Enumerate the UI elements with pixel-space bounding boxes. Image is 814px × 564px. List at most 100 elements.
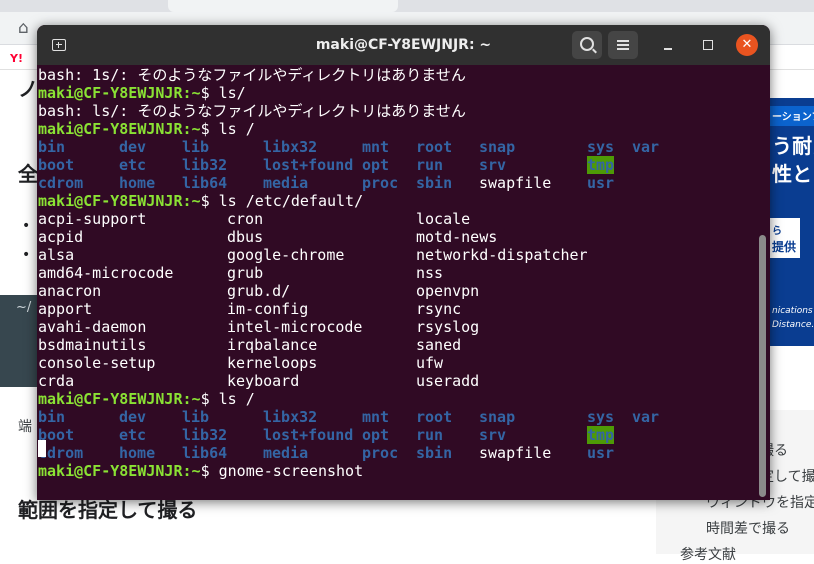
directory-entry: etc (119, 156, 147, 174)
directory-entry: sbin (416, 174, 453, 192)
ad-badge-text: 提供 (772, 240, 797, 254)
ls-output-line: cdrom home lib64 media proc sbin swapfile usr (38, 444, 756, 462)
directory-entry: usr (587, 174, 615, 192)
directory-entry: sys (587, 408, 615, 426)
directory-entry: lib (182, 408, 210, 426)
command-text: ls / (218, 120, 255, 138)
directory-entry: root (416, 408, 453, 426)
file-entry: nss (416, 264, 444, 282)
directory-entry: run (416, 426, 444, 444)
file-entry: console-setup (38, 354, 156, 372)
file-entry: alsa (38, 246, 75, 264)
maximize-icon (703, 40, 713, 50)
file-entry: irqbalance (227, 336, 318, 354)
file-entry: swapfile (479, 444, 552, 462)
ls-output-line: bin dev lib libx32 mnt root snap sys var (38, 138, 756, 156)
directory-entry: proc (362, 174, 399, 192)
directory-entry: cdrom (38, 174, 84, 192)
directory-entry: home (119, 444, 156, 462)
page-heading-1: ノ (18, 77, 38, 101)
directory-entry: usr (587, 444, 615, 462)
directory-entry: media (263, 174, 309, 192)
file-entry: acpi-support (38, 210, 147, 228)
prompt-symbol: $ (200, 462, 219, 480)
menu-button[interactable] (608, 31, 638, 59)
terminal-window[interactable]: maki@CF-Y8EWJNJR: ~ ✕ bash: 1s/: そのようなファ… (37, 25, 770, 500)
file-entry: cron (227, 210, 264, 228)
new-tab-button[interactable] (47, 33, 71, 57)
directory-entry: lib (182, 138, 210, 156)
ad-badge-text: ら (772, 226, 782, 237)
directory-entry: sys (587, 138, 615, 156)
directory-entry: bin (38, 408, 66, 426)
search-button[interactable] (572, 31, 602, 59)
directory-entry: srv (479, 156, 507, 174)
file-entry: rsyslog (416, 318, 480, 336)
toc-item[interactable]: 参考文献 (680, 544, 736, 564)
ls-output-line: boot etc lib32 lost+found opt run srv tmp (38, 426, 756, 444)
file-entry: useradd (416, 372, 480, 390)
file-entry: dbus (227, 228, 264, 246)
directory-entry: mnt (362, 138, 390, 156)
directory-entry: lib32 (182, 156, 228, 174)
file-entry: ufw (416, 354, 444, 372)
file-entry: anacron (38, 282, 102, 300)
directory-entry: libx32 (263, 408, 318, 426)
file-entry: rsync (416, 300, 462, 318)
terminal-titlebar[interactable]: maki@CF-Y8EWJNJR: ~ ✕ (37, 25, 770, 65)
file-entry: saned (416, 336, 462, 354)
prompt-line: maki@CF-Y8EWJNJR:~$ ls / (38, 390, 756, 408)
prompt-symbol: $ (200, 192, 219, 210)
prompt-symbol: $ (200, 84, 219, 102)
file-entry: keyboard (227, 372, 300, 390)
ls-output-line: bsdmainutils irqbalance saned (38, 336, 756, 354)
directory-entry: var (632, 138, 660, 156)
shell-prompt: maki@CF-Y8EWJNJR:~ (38, 192, 201, 210)
command-text: gnome-screenshot (218, 462, 364, 480)
command-text: ls /etc/default/ (218, 192, 364, 210)
directory-entry: lib32 (182, 426, 228, 444)
browser-tab-strip (0, 0, 814, 12)
ad-text: nications (772, 306, 813, 316)
output-text: bash: 1s/: そのようなファイルやディレクトリはありません (38, 66, 466, 84)
output-line: bash: ls/: そのようなファイルやディレクトリはありません (38, 102, 756, 120)
shell-prompt: maki@CF-Y8EWJNJR:~ (38, 120, 201, 138)
new-tab-icon (52, 39, 66, 51)
ls-output-line: cdrom home lib64 media proc sbin swapfile usr (38, 174, 756, 192)
code-block-text: ~/ (16, 300, 32, 315)
terminal-output[interactable]: bash: 1s/: そのようなファイルやディレクトリはありません maki@CF… (38, 66, 756, 500)
file-entry: bsdmainutils (38, 336, 147, 354)
scrollbar[interactable] (759, 235, 766, 497)
advertisement-banner[interactable]: ーションフ う耐え 性と ら 提供 nications Distance. (770, 98, 814, 346)
maximize-button[interactable] (697, 34, 719, 56)
directory-entry: home (119, 174, 156, 192)
directory-entry: proc (362, 444, 399, 462)
output-line: bash: 1s/: そのようなファイルやディレクトリはありません (38, 66, 756, 84)
prompt-symbol: $ (200, 390, 219, 408)
minimize-button[interactable] (657, 34, 679, 56)
paragraph-snippet: 端 (18, 419, 32, 435)
file-entry: im-config (227, 300, 309, 318)
ls-output-line: amd64-microcode grub nss (38, 264, 756, 282)
directory-entry: snap (479, 138, 516, 156)
toc-item[interactable]: 時間差で撮る (706, 518, 790, 538)
file-entry: swapfile (479, 174, 552, 192)
directory-entry: tmp (587, 426, 615, 444)
close-button[interactable]: ✕ (736, 34, 758, 56)
minimize-icon (664, 48, 672, 50)
directory-entry: lost+found (263, 156, 354, 174)
bullet-icon: • (22, 247, 31, 263)
prompt-line: maki@CF-Y8EWJNJR:~$ ls / (38, 120, 756, 138)
yahoo-bookmark-icon[interactable]: Y! (10, 52, 23, 65)
browser-tab[interactable] (168, 0, 398, 12)
ad-text: Distance. (772, 320, 814, 330)
home-icon[interactable]: ⌂ (18, 18, 29, 38)
text-cursor (38, 440, 46, 457)
ad-text: ーションフ (772, 112, 814, 123)
file-entry: grub.d/ (227, 282, 291, 300)
ls-output-line: anacron grub.d/openvpn (38, 282, 756, 300)
file-entry: networkd-dispatcher (416, 246, 588, 264)
file-entry: locale (416, 210, 471, 228)
ls-output-line: bin dev lib libx32 mnt root snap sys var (38, 408, 756, 426)
directory-entry: var (632, 408, 660, 426)
